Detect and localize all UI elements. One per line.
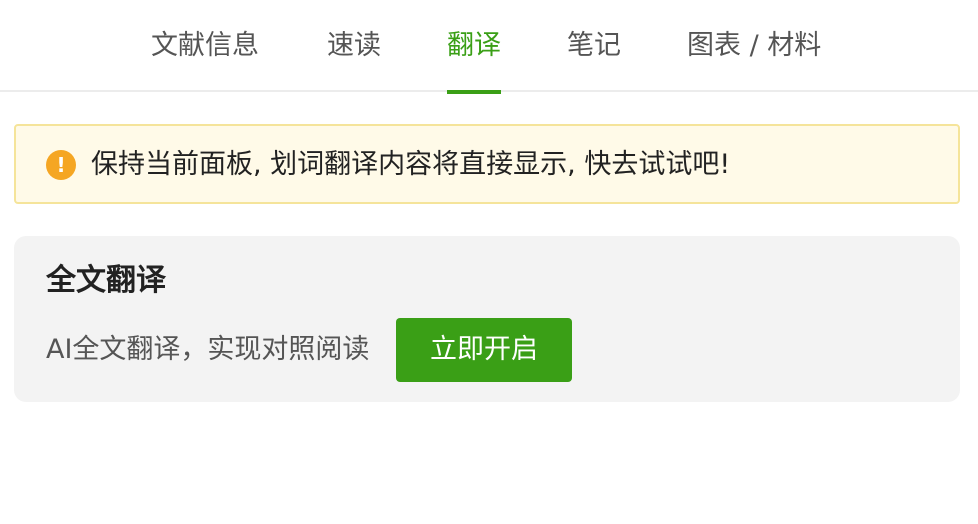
warning-icon: ! bbox=[46, 150, 76, 180]
card-title: 全文翻译 bbox=[46, 263, 166, 298]
full-translation-card: 全文翻译 AI全文翻译，实现对照阅读 立即开启 bbox=[14, 236, 960, 402]
tab-bar: 文献信息 速读 翻译 笔记 图表 / 材料 bbox=[0, 0, 978, 94]
tip-banner: ! 保持当前面板, 划词翻译内容将直接显示, 快去试试吧! bbox=[14, 124, 960, 204]
card-description: AI全文翻译，实现对照阅读 bbox=[46, 334, 370, 365]
tab-literature-info[interactable]: 文献信息 bbox=[151, 26, 259, 92]
tab-charts-materials[interactable]: 图表 / 材料 bbox=[687, 26, 821, 92]
enable-full-translation-button[interactable]: 立即开启 bbox=[396, 318, 572, 382]
tab-translation[interactable]: 翻译 bbox=[447, 26, 501, 94]
tab-notes[interactable]: 笔记 bbox=[567, 26, 621, 92]
tip-text: 保持当前面板, 划词翻译内容将直接显示, 快去试试吧! bbox=[91, 149, 731, 180]
tab-speed-read[interactable]: 速读 bbox=[327, 26, 381, 92]
